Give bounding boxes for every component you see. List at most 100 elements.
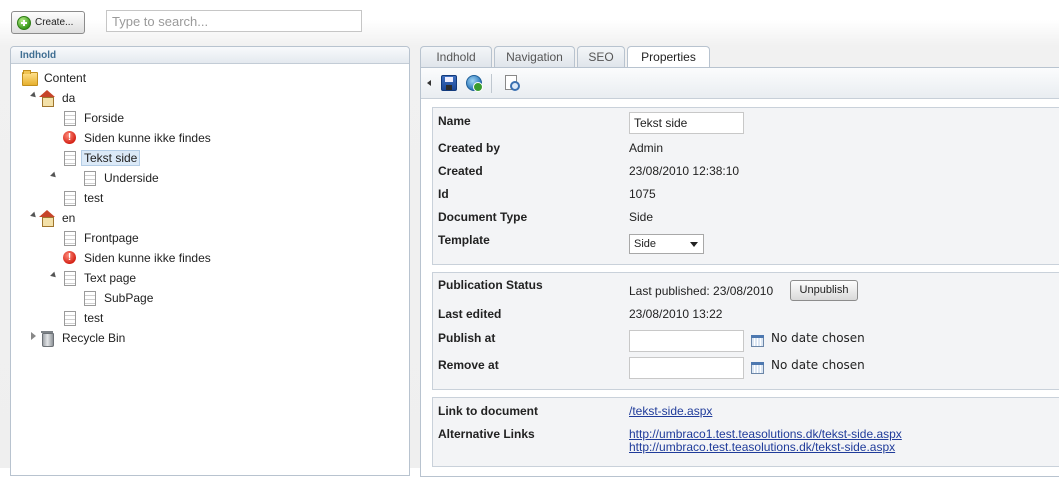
tab-seo[interactable]: SEO xyxy=(577,46,625,68)
id-label: Id xyxy=(438,187,449,201)
home-icon xyxy=(39,90,55,107)
alternative-links-label: Alternative Links xyxy=(438,427,535,441)
created-by-label: Created by xyxy=(438,141,501,155)
general-properties-section: Name Created by Admin Created 23/08/2010… xyxy=(432,107,1059,265)
tree-node-label: en xyxy=(62,211,76,225)
tree-node-test[interactable]: test xyxy=(61,309,106,327)
expand-toggle-icon[interactable] xyxy=(50,271,58,280)
publish-at-label: Publish at xyxy=(438,331,496,345)
properties-panel: Name Created by Admin Created 23/08/2010… xyxy=(420,67,1059,477)
tree-node-label: Siden kunne ikke findes xyxy=(84,251,211,265)
tree-node-label: Frontpage xyxy=(84,231,139,245)
tree-node-label: SubPage xyxy=(104,291,154,305)
document-icon xyxy=(81,170,97,186)
last-edited-label: Last edited xyxy=(438,307,502,321)
tree-node-error-page[interactable]: Siden kunne ikke findes xyxy=(61,129,214,147)
id-value: 1075 xyxy=(629,187,656,201)
document-icon xyxy=(81,290,97,306)
save-icon[interactable] xyxy=(441,75,457,91)
document-icon xyxy=(61,190,77,206)
error-icon xyxy=(61,130,77,146)
search-input[interactable] xyxy=(106,10,362,32)
save-and-publish-icon[interactable] xyxy=(466,75,483,92)
tree-node-text-page[interactable]: Text page xyxy=(61,269,139,287)
calendar-icon[interactable] xyxy=(751,362,764,374)
expand-toggle-icon[interactable] xyxy=(30,211,38,220)
tree-panel-header: Indhold xyxy=(11,47,409,64)
document-icon xyxy=(61,150,77,166)
folder-icon xyxy=(21,70,38,86)
tree-node-label: Text page xyxy=(84,271,137,285)
error-icon xyxy=(61,250,77,266)
tree-node-en[interactable]: en xyxy=(39,209,78,227)
name-label: Name xyxy=(438,114,471,128)
create-button[interactable]: Create... xyxy=(11,11,85,34)
home-icon xyxy=(39,210,55,227)
tree-node-label: Recycle Bin xyxy=(62,331,126,345)
name-input[interactable] xyxy=(629,112,744,134)
tree-node-subpage[interactable]: SubPage xyxy=(81,289,156,307)
preview-icon[interactable] xyxy=(503,75,520,91)
chevron-down-icon xyxy=(690,242,698,247)
tree-node-underside[interactable]: Underside xyxy=(81,169,162,187)
add-icon xyxy=(17,15,31,30)
publish-at-input[interactable] xyxy=(629,330,744,352)
publication-status-label: Publication Status xyxy=(438,278,543,292)
tree-node-test[interactable]: test xyxy=(61,189,106,207)
expand-toggle-icon[interactable] xyxy=(31,332,36,340)
link-to-document-label: Link to document xyxy=(438,404,538,418)
tree-node-content[interactable]: Content xyxy=(21,69,89,87)
expand-toggle-icon[interactable] xyxy=(30,91,38,100)
template-select[interactable]: Side xyxy=(629,234,704,254)
remove-at-input[interactable] xyxy=(629,357,744,379)
created-value: 23/08/2010 12:38:10 xyxy=(629,164,740,178)
create-button-label: Create... xyxy=(35,17,74,28)
calendar-icon[interactable] xyxy=(751,335,764,347)
publication-section: Publication Status Last published: 23/08… xyxy=(432,272,1059,390)
tree-node-label: test xyxy=(84,191,104,205)
tree-node-frontpage[interactable]: Frontpage xyxy=(61,229,142,247)
document-icon xyxy=(61,230,77,246)
alternative-link[interactable]: http://umbraco.test.teasolutions.dk/teks… xyxy=(629,440,895,454)
template-label: Template xyxy=(438,233,490,247)
tab-properties[interactable]: Properties xyxy=(627,46,710,69)
document-type-label: Document Type xyxy=(438,210,528,224)
tree-node-forside[interactable]: Forside xyxy=(61,109,127,127)
remove-at-label: Remove at xyxy=(438,358,499,372)
tree-node-error-page[interactable]: Siden kunne ikke findes xyxy=(61,249,214,267)
tree-node-label: Siden kunne ikke findes xyxy=(84,131,211,145)
tab-indhold[interactable]: Indhold xyxy=(420,46,492,68)
tree-node-label: test xyxy=(84,311,104,325)
document-icon xyxy=(61,270,77,286)
tree-node-label: Content xyxy=(44,71,87,85)
created-label: Created xyxy=(438,164,483,178)
document-type-value: Side xyxy=(629,210,654,224)
tree-node-label: Forside xyxy=(84,111,125,125)
last-edited-value: 23/08/2010 13:22 xyxy=(629,307,723,321)
links-section: Link to document /tekst-side.aspx Altern… xyxy=(432,397,1059,467)
editor-toolbar xyxy=(421,68,1059,99)
document-icon xyxy=(61,110,77,126)
remove-at-status: No date chosen xyxy=(771,358,865,372)
collapse-arrow-icon[interactable] xyxy=(427,80,431,86)
expand-toggle-icon[interactable] xyxy=(50,171,58,180)
tree-node-tekst-side[interactable]: Tekst side xyxy=(61,149,141,167)
tree-node-label: Underside xyxy=(104,171,159,185)
template-select-value: Side xyxy=(634,238,657,250)
content-tree-panel: Indhold Content da Forside Siden kunne i… xyxy=(10,46,410,476)
tree-node-label: da xyxy=(62,91,76,105)
unpublish-button[interactable]: Unpublish xyxy=(790,280,858,301)
publish-at-status: No date chosen xyxy=(771,331,865,345)
tree-node-da[interactable]: da xyxy=(39,89,78,107)
toolbar-divider xyxy=(491,74,492,93)
tree-node-label: Tekst side xyxy=(81,150,141,166)
recycle-bin-icon xyxy=(39,330,55,347)
last-published-text: Last published: 23/08/2010 xyxy=(629,284,774,298)
tab-navigation[interactable]: Navigation xyxy=(494,46,575,68)
alternative-link[interactable]: http://umbraco1.test.teasolutions.dk/tek… xyxy=(629,427,902,441)
created-by-value: Admin xyxy=(629,141,664,155)
tree-node-recycle-bin[interactable]: Recycle Bin xyxy=(39,329,128,347)
link-to-document[interactable]: /tekst-side.aspx xyxy=(629,404,712,418)
top-bar: Create... xyxy=(0,0,1059,44)
document-icon xyxy=(61,310,77,326)
